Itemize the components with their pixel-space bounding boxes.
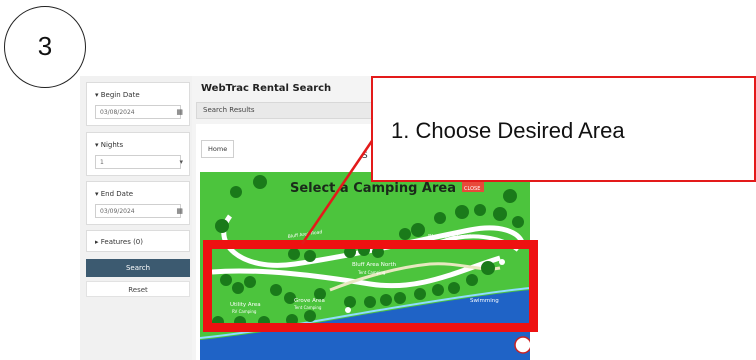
reset-button[interactable]: Reset bbox=[86, 281, 190, 297]
filter-sidebar: ▾ Begin Date 03/08/2024 ▦ ▾ Nights 1 ▾ ▾… bbox=[80, 76, 192, 360]
calendar-icon[interactable]: ▦ bbox=[176, 207, 183, 215]
end-date-card: ▾ End Date 03/09/2024 ▦ bbox=[86, 181, 190, 225]
instruction-text: 1. Choose Desired Area bbox=[391, 118, 625, 143]
end-date-input[interactable]: 03/09/2024 bbox=[95, 204, 181, 218]
app-title: WebTrac Rental Search bbox=[201, 83, 332, 94]
compass-icon bbox=[514, 336, 530, 354]
partial-heading: S bbox=[362, 151, 368, 161]
breadcrumb-label[interactable]: Search Results bbox=[203, 106, 255, 114]
step-number-badge: 3 bbox=[4, 6, 86, 88]
end-date-label[interactable]: ▾ End Date bbox=[95, 190, 133, 198]
search-button[interactable]: Search bbox=[86, 259, 190, 277]
calendar-icon[interactable]: ▦ bbox=[176, 108, 183, 116]
highlight-box bbox=[203, 240, 538, 332]
chevron-down-icon[interactable]: ▾ bbox=[179, 158, 183, 166]
begin-date-input[interactable]: 03/08/2024 bbox=[95, 105, 181, 119]
nights-label[interactable]: ▾ Nights bbox=[95, 141, 123, 149]
home-tab[interactable]: Home bbox=[201, 140, 235, 158]
close-label[interactable]: CLOSE bbox=[464, 186, 480, 192]
nights-select[interactable]: 1 bbox=[95, 155, 181, 169]
step-number: 3 bbox=[37, 31, 53, 61]
begin-date-label[interactable]: ▾ Begin Date bbox=[95, 91, 140, 99]
begin-date-card: ▾ Begin Date 03/08/2024 ▦ bbox=[86, 82, 190, 126]
features-label[interactable]: ▸ Features (0) bbox=[95, 238, 143, 246]
nights-card: ▾ Nights 1 ▾ bbox=[86, 132, 190, 176]
map-title: Select a Camping Area bbox=[290, 181, 456, 196]
instruction-callout: 1. Choose Desired Area bbox=[371, 76, 756, 182]
features-card[interactable]: ▸ Features (0) bbox=[86, 230, 190, 252]
